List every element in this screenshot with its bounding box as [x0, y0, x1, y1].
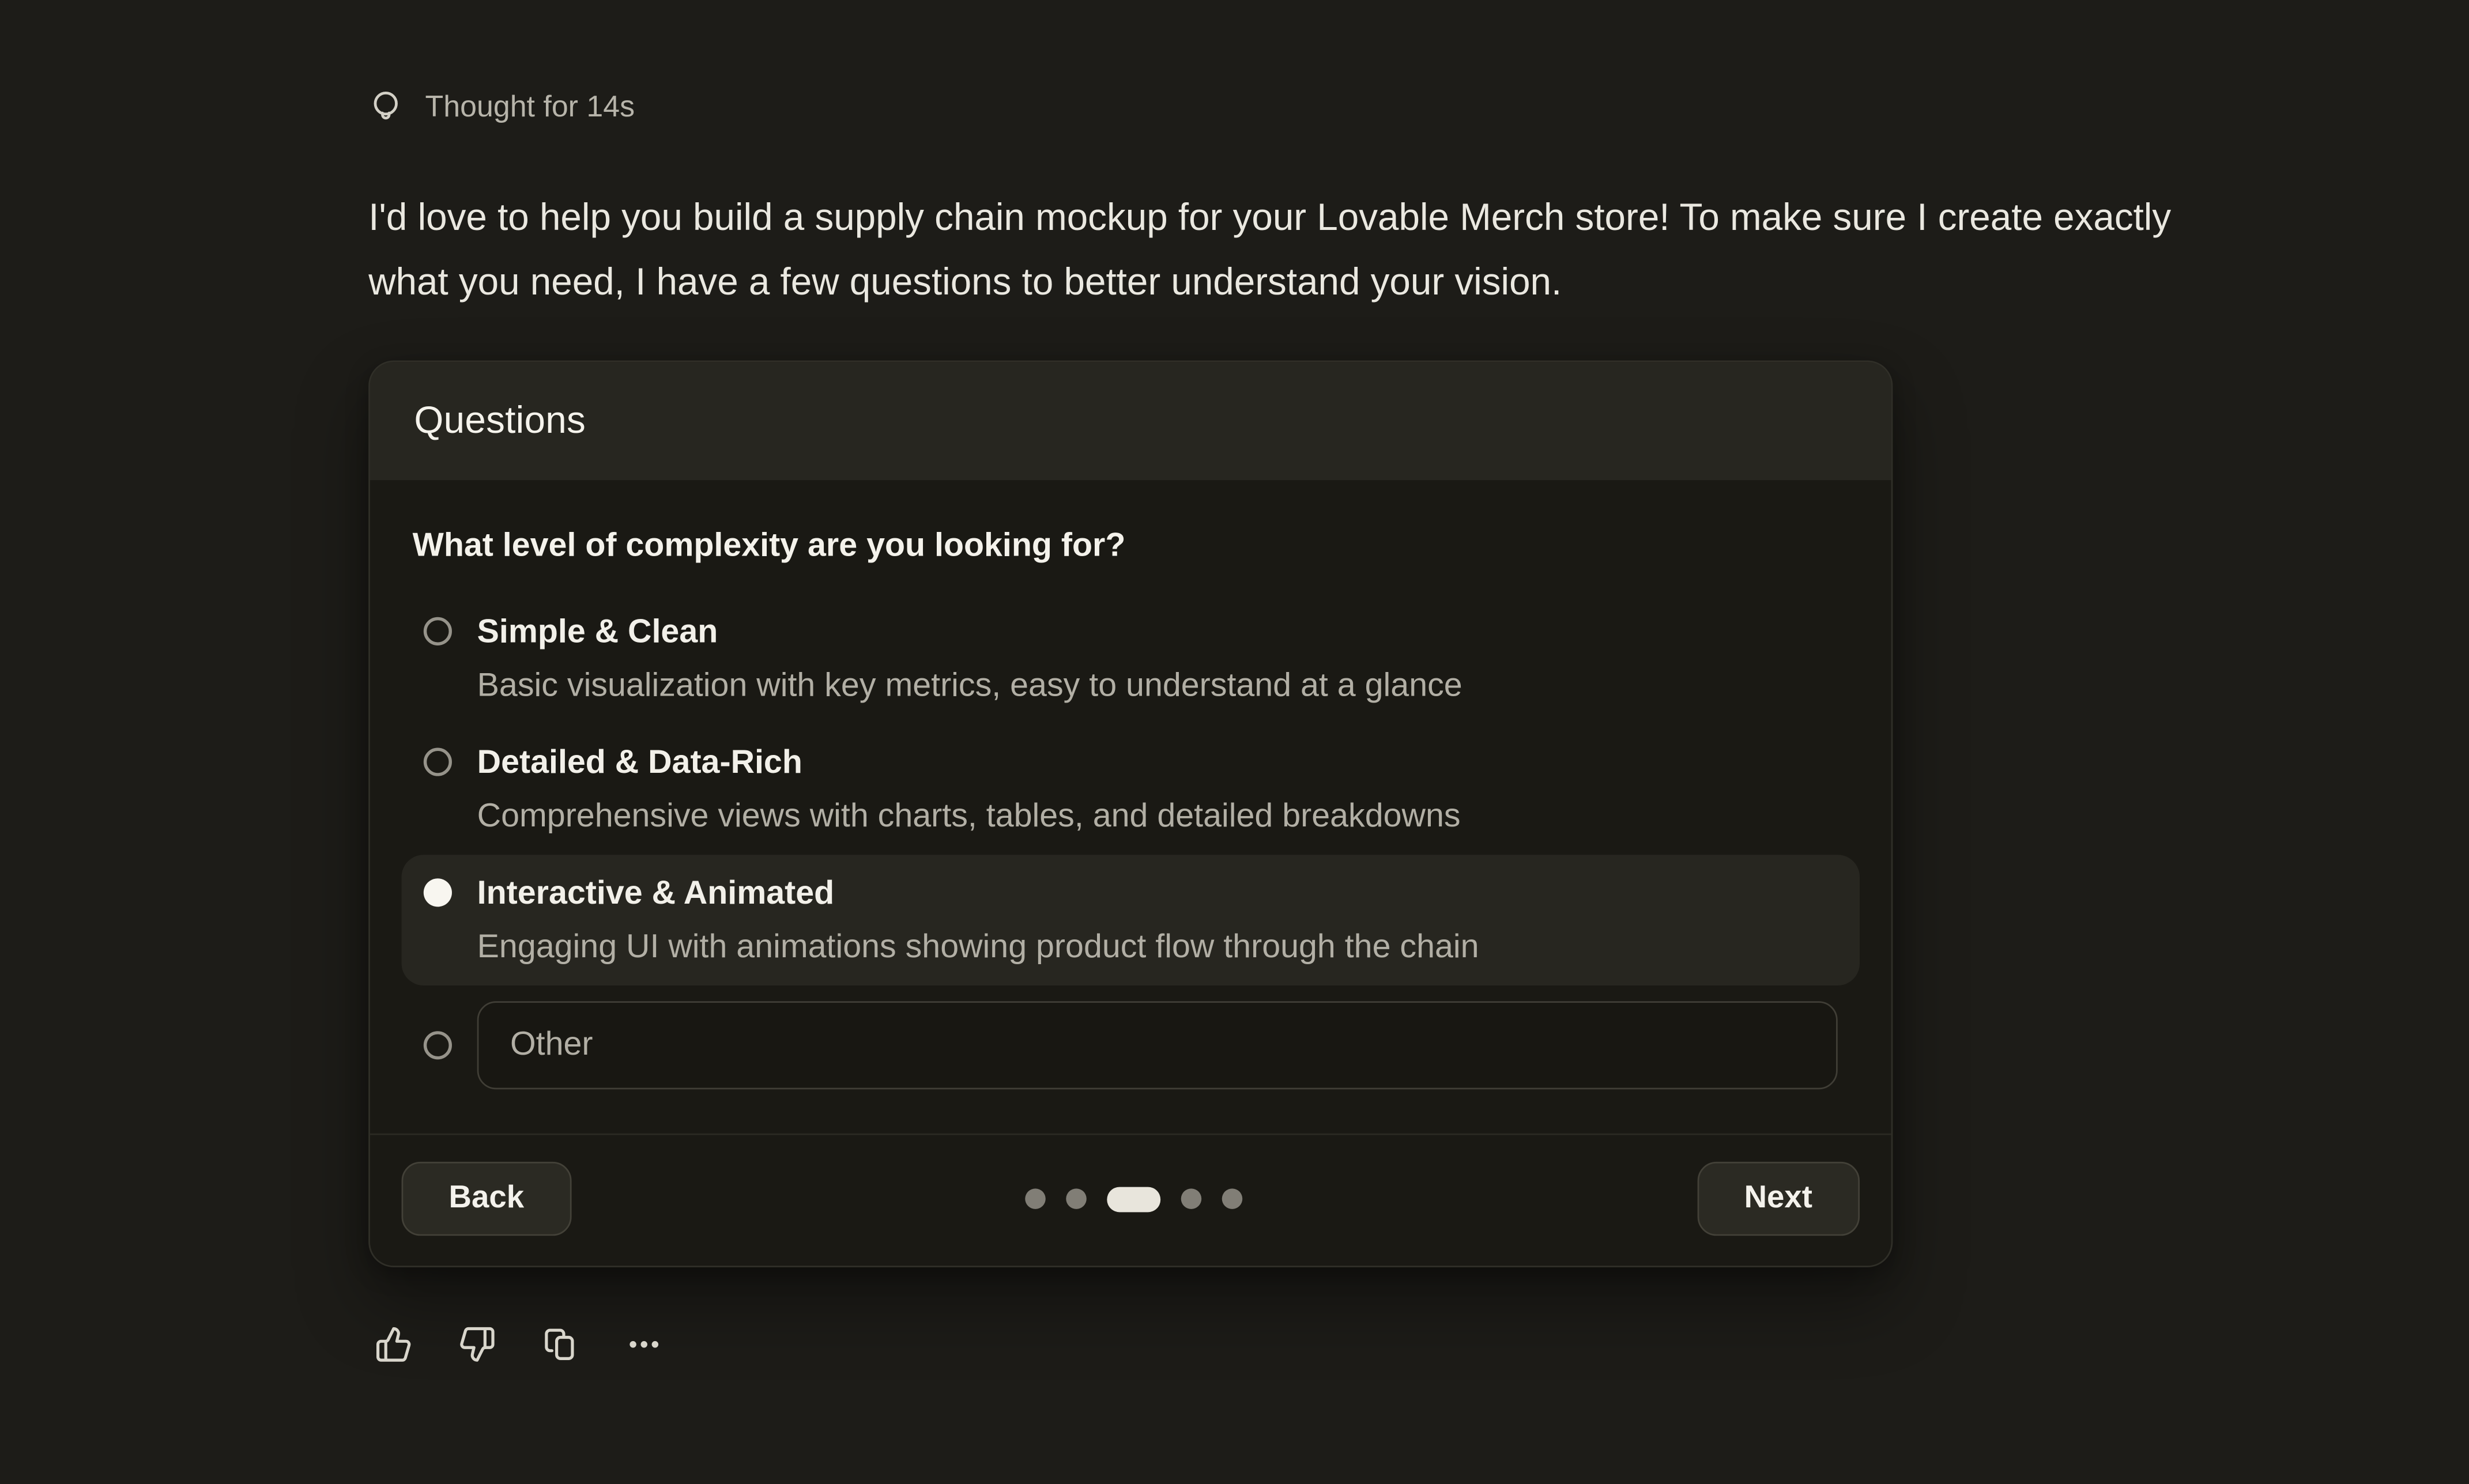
- radio-unselected-icon[interactable]: [424, 748, 452, 776]
- more-options-icon[interactable]: [625, 1326, 663, 1364]
- option-title: Interactive & Animated: [477, 871, 1479, 916]
- option-description: Basic visualization with key metrics, ea…: [477, 663, 1462, 708]
- radio-unselected-icon[interactable]: [424, 617, 452, 645]
- option-texts: Interactive & Animated Engaging UI with …: [477, 871, 1479, 970]
- other-option-input[interactable]: [477, 1001, 1838, 1089]
- option-description: Comprehensive views with charts, tables,…: [477, 794, 1461, 839]
- pagination-dot: [1181, 1188, 1202, 1209]
- lightbulb-icon: [368, 86, 403, 129]
- copy-icon[interactable]: [542, 1326, 580, 1364]
- questions-card-header: Questions: [370, 362, 1891, 480]
- option-detailed-data-rich[interactable]: Detailed & Data-Rich Comprehensive views…: [402, 724, 1860, 855]
- pagination-dot: [1026, 1188, 1046, 1209]
- chat-message-view: Thought for 14s I'd love to help you bui…: [0, 0, 2469, 1484]
- card-footer: Back Next: [370, 1134, 1891, 1266]
- radio-selected-icon[interactable]: [424, 878, 452, 907]
- questions-card: Questions What level of complexity are y…: [368, 361, 1893, 1267]
- assistant-message: Thought for 14s I'd love to help you bui…: [0, 0, 2204, 1364]
- thumbs-down-icon[interactable]: [458, 1326, 496, 1364]
- message-actions: [375, 1326, 2204, 1364]
- question-section: What level of complexity are you looking…: [370, 480, 1891, 1134]
- pagination-dot: [1066, 1188, 1087, 1209]
- assistant-message-text: I'd love to help you build a supply chai…: [368, 186, 2195, 315]
- option-simple-clean[interactable]: Simple & Clean Basic visualization with …: [402, 594, 1860, 724]
- option-texts: Simple & Clean Basic visualization with …: [477, 609, 1462, 708]
- back-button[interactable]: Back: [402, 1162, 572, 1236]
- pagination-dots: [1026, 1186, 1243, 1211]
- option-title: Simple & Clean: [477, 609, 1462, 655]
- question-text: What level of complexity are you looking…: [413, 523, 1860, 568]
- next-button[interactable]: Next: [1697, 1162, 1860, 1236]
- option-title: Detailed & Data-Rich: [477, 740, 1461, 786]
- thought-label: Thought for 14s: [425, 88, 635, 129]
- thought-toggle[interactable]: Thought for 14s: [368, 86, 2204, 129]
- option-texts: Detailed & Data-Rich Comprehensive views…: [477, 740, 1461, 839]
- thumbs-up-icon[interactable]: [375, 1326, 413, 1364]
- pagination-dot: [1222, 1188, 1243, 1209]
- pagination-dot-active: [1107, 1186, 1161, 1211]
- option-description: Engaging UI with animations showing prod…: [477, 924, 1479, 969]
- card-title: Questions: [414, 399, 586, 443]
- option-interactive-animated[interactable]: Interactive & Animated Engaging UI with …: [402, 855, 1860, 985]
- option-other[interactable]: [402, 985, 1860, 1105]
- radio-unselected-icon[interactable]: [424, 1031, 452, 1059]
